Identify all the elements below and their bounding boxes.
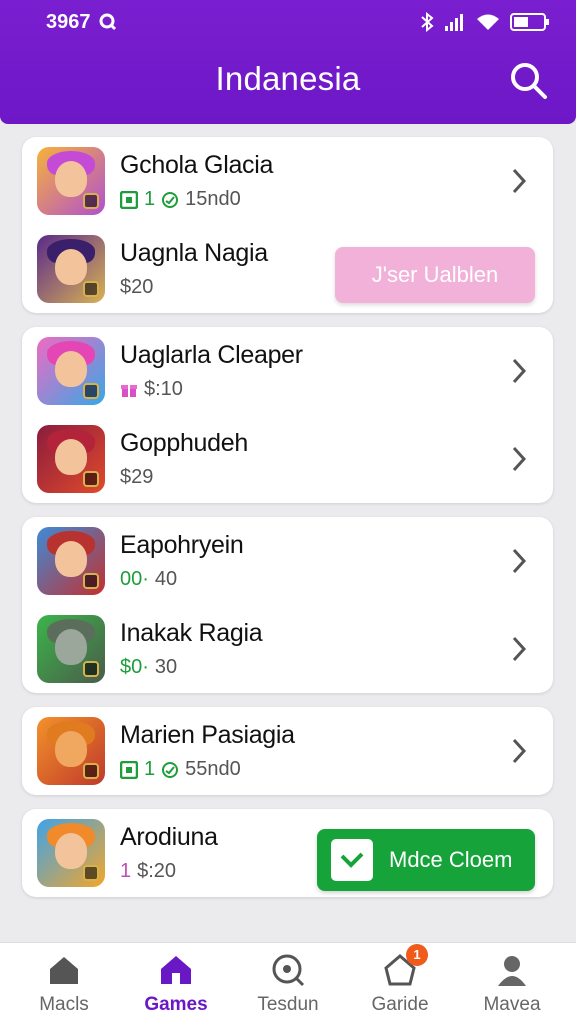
tab-garide[interactable]: 1 Garide xyxy=(350,943,450,1016)
game-meta: 40 xyxy=(154,568,178,590)
battery-icon xyxy=(510,13,549,31)
profile-icon xyxy=(498,955,526,986)
chevron-right-icon[interactable] xyxy=(511,547,527,575)
bottom-tab-bar: Macls Games Tesdun 1 Garide Mavea xyxy=(0,942,576,1024)
page-title: Indanesia xyxy=(215,60,361,97)
game-meta: 15nd0 xyxy=(185,188,241,210)
claim-button[interactable]: Mdce Cloem xyxy=(317,829,535,891)
notification-badge: 1 xyxy=(406,943,428,966)
game-card: Marien Pasiagia 1 55nd0 xyxy=(22,707,553,795)
chevron-right-icon[interactable] xyxy=(511,357,527,385)
game-card: Uaglarla Cleaper $:10 Gopphudeh $29 xyxy=(22,327,553,503)
game-name: Gopphudeh xyxy=(120,429,248,457)
gift-icon xyxy=(121,384,137,397)
join-button[interactable]: J'ser Ualblen xyxy=(335,247,535,303)
game-list: Gchola Glacia 1 15nd0 Uagnla Nagia $20 J… xyxy=(22,137,553,911)
game-card: Gchola Glacia 1 15nd0 Uagnla Nagia $20 J… xyxy=(22,137,553,313)
game-thumbnail xyxy=(37,337,105,405)
game-name: Inakak Ragia xyxy=(120,619,263,647)
game-thumbnail xyxy=(37,147,105,215)
bluetooth-icon xyxy=(421,12,434,32)
game-meta-prefix: 1 xyxy=(144,758,156,780)
game-meta-prefix: 1 xyxy=(144,188,156,210)
game-meta-prefix: 00· xyxy=(120,568,149,590)
game-name: Marien Pasiagia xyxy=(120,721,295,749)
search-icon xyxy=(272,954,305,986)
game-meta: 30 xyxy=(154,656,178,678)
game-price: $20 xyxy=(120,276,154,298)
status-bar: 3967 xyxy=(0,0,576,44)
list-item[interactable]: Arodiuna 1 $:20 Mdce Cloem xyxy=(22,809,553,897)
wifi-icon xyxy=(477,14,499,30)
tab-tesdun[interactable]: Tesdun xyxy=(238,952,338,1016)
tag-icon xyxy=(120,190,138,209)
game-price: $29 xyxy=(120,466,154,488)
game-name: Eapohryein xyxy=(120,531,244,559)
tab-mavea[interactable]: Mavea xyxy=(462,952,562,1016)
search-icon[interactable] xyxy=(508,60,548,100)
home-icon xyxy=(50,956,78,984)
game-name: Gchola Glacia xyxy=(120,151,274,179)
status-time: 3967 xyxy=(46,10,91,33)
check-circle-icon xyxy=(162,761,179,778)
game-thumbnail xyxy=(37,717,105,785)
tab-macls[interactable]: Macls xyxy=(14,952,114,1016)
game-thumbnail xyxy=(37,527,105,595)
game-meta-prefix: $0· xyxy=(120,656,149,678)
game-price: $:10 xyxy=(144,378,183,400)
signal-icon xyxy=(445,14,463,31)
game-name: Uaglarla Cleaper xyxy=(120,341,303,369)
chevron-right-icon[interactable] xyxy=(511,445,527,473)
home-icon xyxy=(161,955,191,984)
chevron-right-icon[interactable] xyxy=(511,737,527,765)
game-meta-prefix: 1 xyxy=(120,860,132,882)
game-meta: 55nd0 xyxy=(185,758,241,780)
list-item[interactable]: Eapohryein 00· 40 xyxy=(22,517,553,605)
game-price: $:20 xyxy=(137,860,177,882)
tag-icon xyxy=(120,760,138,779)
list-item[interactable]: Uaglarla Cleaper $:10 xyxy=(22,327,553,415)
list-item[interactable]: Gopphudeh $29 xyxy=(22,415,553,503)
game-card: Arodiuna 1 $:20 Mdce Cloem xyxy=(22,809,553,897)
game-thumbnail xyxy=(37,819,105,887)
tab-games[interactable]: Games xyxy=(126,952,226,1016)
game-thumbnail xyxy=(37,425,105,493)
notification-icon xyxy=(99,13,116,31)
list-item[interactable]: Inakak Ragia $0· 30 xyxy=(22,605,553,693)
check-icon xyxy=(331,839,373,881)
list-item[interactable]: Gchola Glacia 1 15nd0 xyxy=(22,137,553,225)
list-item[interactable]: Marien Pasiagia 1 55nd0 xyxy=(22,707,553,795)
claim-button-label: Mdce Cloem xyxy=(389,847,513,872)
chevron-right-icon[interactable] xyxy=(511,167,527,195)
check-circle-icon xyxy=(162,191,179,208)
chevron-right-icon[interactable] xyxy=(511,635,527,663)
list-item[interactable]: Uagnla Nagia $20 J'ser Ualblen xyxy=(22,225,553,313)
game-thumbnail xyxy=(37,615,105,683)
app-header: 3967 Indanesia xyxy=(0,0,576,124)
game-thumbnail xyxy=(37,235,105,303)
game-card: Eapohryein 00· 40 Inakak Ragia $0· 30 xyxy=(22,517,553,693)
